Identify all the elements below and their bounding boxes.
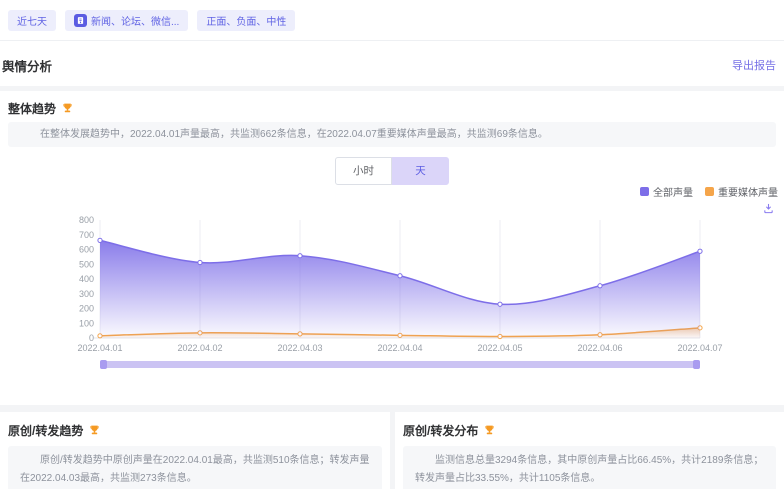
svg-text:800: 800: [79, 215, 94, 225]
svg-text:2022.04.04: 2022.04.04: [377, 343, 422, 353]
trend-chart-svg: 0 100 200 300 400 500 600 700 800 2022.04.01 2022.…: [0, 195, 784, 365]
svg-text:2022.04.01: 2022.04.01: [77, 343, 122, 353]
original-repost-distribution-summary: 监测信息总量3294条信息，其中原创声量占比66.45%，共计2189条信息；转…: [403, 446, 776, 489]
section-header: 舆情分析 导出报告: [0, 41, 784, 86]
filter-date-range-label: 近七天: [17, 13, 47, 28]
svg-text:0: 0: [89, 333, 94, 343]
overall-trend-title: 整体趋势: [8, 100, 56, 117]
original-repost-distribution-title-row: 原创/转发分布: [403, 422, 496, 439]
filter-sources-label: 新闻、论坛、微信...: [91, 13, 179, 28]
zoom-handle-left[interactable]: [100, 360, 107, 369]
trophy-icon: [483, 424, 496, 437]
original-repost-trend-summary: 原创/转发趋势中原创声量在2022.04.01最高，共监测510条信息；转发声量…: [8, 446, 382, 489]
filter-sentiment[interactable]: 正面、负面、中性: [197, 10, 295, 31]
page-title: 舆情分析: [2, 56, 52, 75]
svg-text:2022.04.07: 2022.04.07: [677, 343, 722, 353]
filter-sentiment-label: 正面、负面、中性: [206, 13, 286, 28]
svg-text:2022.04.03: 2022.04.03: [277, 343, 322, 353]
overall-trend-card: 整体趋势 在整体发展趋势中，2022.04.01声量最高，共监测662条信息，在…: [0, 91, 784, 405]
filter-chips: 近七天 新闻、论坛、微信... 正面、负面、中性: [8, 10, 295, 31]
toggle-day-button[interactable]: 天: [392, 157, 449, 185]
trophy-icon: [88, 424, 101, 437]
original-repost-distribution-card: 原创/转发分布 监测信息总量3294条信息，其中原创声量占比66.45%，共计2…: [395, 412, 784, 489]
trophy-icon: [61, 102, 74, 115]
svg-text:2022.04.05: 2022.04.05: [477, 343, 522, 353]
sources-icon: [74, 14, 87, 27]
svg-text:100: 100: [79, 318, 94, 328]
svg-text:600: 600: [79, 245, 94, 255]
zoom-handle-right[interactable]: [693, 360, 700, 369]
toggle-hour-button[interactable]: 小时: [335, 157, 392, 185]
svg-text:400: 400: [79, 274, 94, 284]
trend-chart: 0 100 200 300 400 500 600 700 800 2022.04.01 2022.…: [0, 195, 784, 365]
granularity-toggle: 小时 天: [335, 157, 449, 185]
svg-text:700: 700: [79, 230, 94, 240]
overall-trend-summary: 在整体发展趋势中，2022.04.01声量最高，共监测662条信息，在2022.…: [8, 122, 776, 147]
overall-trend-title-row: 整体趋势: [8, 100, 74, 117]
original-repost-trend-title-row: 原创/转发趋势: [8, 422, 101, 439]
svg-text:2022.04.06: 2022.04.06: [577, 343, 622, 353]
export-report-link[interactable]: 导出报告: [732, 57, 776, 73]
svg-text:500: 500: [79, 259, 94, 269]
filter-toolbar: 近七天 新闻、论坛、微信... 正面、负面、中性: [0, 0, 784, 41]
original-repost-trend-title: 原创/转发趋势: [8, 422, 83, 439]
filter-sources[interactable]: 新闻、论坛、微信...: [65, 10, 188, 31]
original-repost-trend-card: 原创/转发趋势 原创/转发趋势中原创声量在2022.04.01最高，共监测510…: [0, 412, 390, 489]
original-repost-distribution-title: 原创/转发分布: [403, 422, 478, 439]
chart-zoom-slider[interactable]: [100, 361, 700, 368]
svg-text:2022.04.02: 2022.04.02: [177, 343, 222, 353]
filter-date-range[interactable]: 近七天: [8, 10, 56, 31]
svg-text:300: 300: [79, 289, 94, 299]
svg-text:200: 200: [79, 304, 94, 314]
